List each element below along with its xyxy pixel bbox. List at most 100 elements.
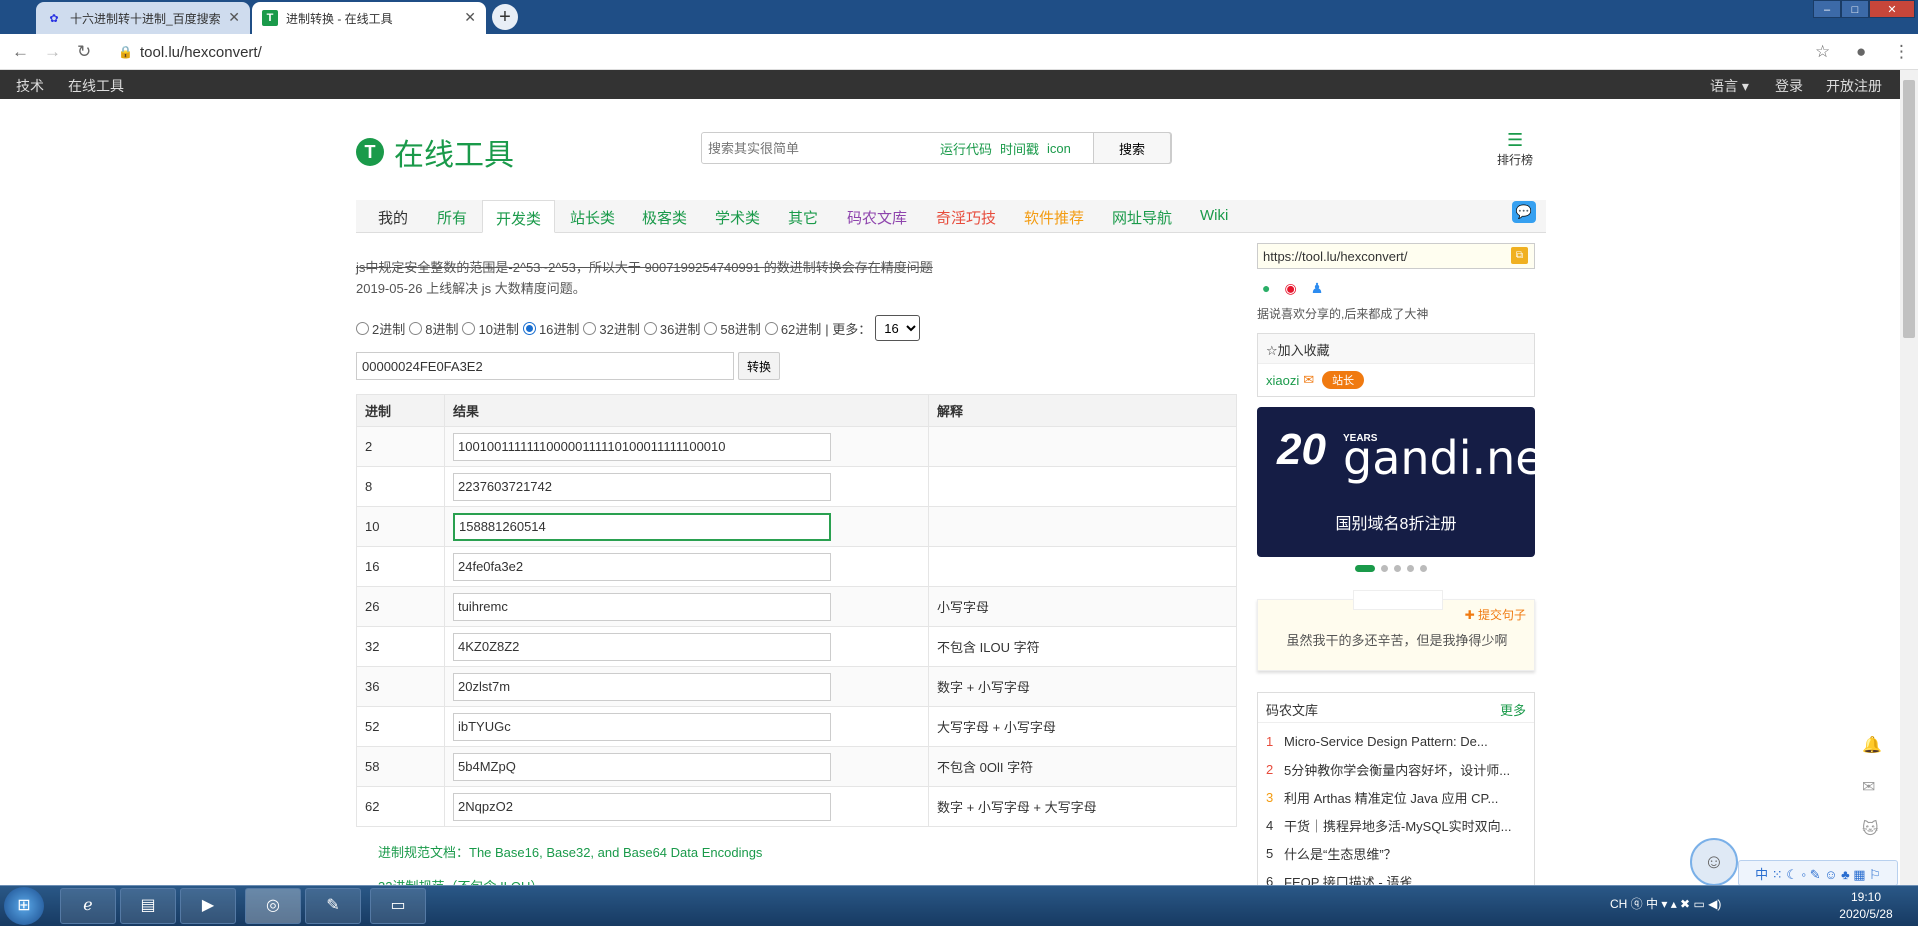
wechat-icon[interactable]: ●	[1262, 280, 1270, 297]
number-input[interactable]	[356, 352, 734, 380]
copy-icon[interactable]: ⧉	[1511, 247, 1528, 264]
notification-bell-icon[interactable]: 🔔	[1862, 735, 1882, 755]
ime-avatar-icon[interactable]: ☺	[1690, 838, 1738, 886]
tab-coder-library[interactable]: 码农文库	[847, 207, 907, 228]
taskbar-clock[interactable]: 19:10 2020/5/28	[1826, 889, 1906, 923]
quick-link-icon[interactable]: icon	[1047, 141, 1071, 156]
carousel-dot[interactable]	[1394, 565, 1401, 572]
carousel-dot[interactable]	[1381, 565, 1388, 572]
login-link[interactable]: 登录	[1775, 76, 1803, 96]
reload-icon[interactable]: ↻	[77, 42, 91, 62]
quick-link-timestamp[interactable]: 时间戳	[1000, 139, 1039, 158]
result-field[interactable]	[453, 592, 831, 621]
new-tab-button[interactable]: +	[492, 4, 518, 30]
author-name[interactable]: xiaozi	[1266, 373, 1299, 388]
back-arrow-icon[interactable]: ←	[12, 42, 29, 62]
submit-quote-link[interactable]: ✚ 提交句子	[1465, 606, 1526, 623]
quick-link-run-code[interactable]: 运行代码	[940, 139, 992, 158]
radio-circle[interactable]	[643, 321, 657, 335]
list-item[interactable]: 1 Micro-Service Design Pattern: De...	[1258, 727, 1534, 755]
radio-base16[interactable]: 16进制	[522, 319, 579, 338]
carousel-dot[interactable]	[1420, 565, 1427, 572]
lock-icon[interactable]: 🔒	[118, 45, 133, 59]
list-item[interactable]: 5 什么是“生态思维”？	[1258, 839, 1534, 867]
radio-base36[interactable]: 36进制	[643, 319, 700, 338]
ime-toolbar[interactable]: 中 ⁙ ☾ ◦ ✎ ☺ ♣ ▦ ⚐	[1738, 860, 1898, 886]
tab-academic[interactable]: 学术类	[715, 207, 760, 228]
add-favorite-button[interactable]: ☆加入收藏	[1258, 334, 1534, 364]
radio-base62[interactable]: 62进制	[764, 319, 821, 338]
result-field-focused[interactable]	[453, 512, 831, 541]
gandi-ad-banner[interactable]: 20 YEARS gandi.net 国别域名8折注册	[1257, 407, 1535, 557]
radio-base2[interactable]: 2进制	[356, 319, 405, 338]
carousel-dot-active[interactable]	[1355, 565, 1375, 572]
chrome-icon[interactable]: ◎	[245, 888, 301, 924]
mail-icon[interactable]: ✉	[1303, 372, 1314, 388]
nav-tech-link[interactable]: 技术	[16, 76, 44, 96]
tab-other[interactable]: 其它	[788, 207, 818, 228]
close-window-button[interactable]: ✕	[1869, 0, 1915, 18]
radio-base58[interactable]: 58进制	[704, 319, 761, 338]
language-menu[interactable]: 语言 ▾	[1710, 76, 1749, 96]
result-field[interactable]	[453, 712, 831, 741]
tab-software[interactable]: 软件推荐	[1024, 207, 1084, 228]
spec-doc-link[interactable]: 进制规范文档：The Base16, Base32, and Base64 Da…	[378, 842, 762, 861]
close-icon[interactable]: ✕	[228, 9, 240, 26]
list-item[interactable]: 4 干货｜携程异地多活-MySQL实时双向...	[1258, 811, 1534, 839]
radio-base8[interactable]: 8进制	[409, 319, 458, 338]
tab-tricks[interactable]: 奇淫巧技	[936, 207, 996, 228]
more-radix-select[interactable]: 16	[875, 315, 921, 341]
radio-base32[interactable]: 32进制	[583, 319, 640, 338]
carousel-dot[interactable]	[1407, 565, 1414, 572]
chat-icon[interactable]: 💬	[1512, 201, 1536, 223]
windows-start-icon[interactable]: ⊞	[4, 887, 44, 925]
site-logo[interactable]: T 在线工具	[356, 130, 514, 174]
tab-wiki[interactable]: Wiki	[1200, 207, 1228, 224]
search-input[interactable]	[702, 134, 932, 162]
tab-hexconvert[interactable]: T 进制转换 - 在线工具 ✕	[252, 2, 486, 34]
share-url-field[interactable]	[1257, 243, 1535, 269]
radio-circle[interactable]	[764, 321, 778, 335]
forward-arrow-icon[interactable]: →	[44, 42, 61, 62]
result-field[interactable]	[453, 792, 831, 821]
browser-menu-icon[interactable]: ⋮	[1893, 42, 1910, 62]
result-field[interactable]	[453, 752, 831, 781]
result-field[interactable]	[453, 552, 831, 581]
ie-icon[interactable]: ℯ	[60, 888, 116, 924]
nav-online-tools-link[interactable]: 在线工具	[68, 76, 124, 96]
scrollbar-thumb[interactable]	[1903, 80, 1915, 338]
rank-link[interactable]: ☰ 排行榜	[1497, 130, 1533, 168]
notepad-icon[interactable]: ▭	[370, 888, 426, 924]
bookmark-star-icon[interactable]: ☆	[1815, 42, 1830, 62]
radio-circle-selected[interactable]	[522, 321, 536, 335]
register-link[interactable]: 开放注册	[1826, 76, 1882, 96]
close-icon[interactable]: ✕	[464, 9, 476, 26]
tab-url-nav[interactable]: 网址导航	[1112, 207, 1172, 228]
tab-dev[interactable]: 开发类	[482, 200, 556, 233]
weibo-float-icon[interactable]: ✉	[1862, 777, 1882, 797]
github-cat-icon[interactable]: 🐱	[1862, 819, 1882, 839]
result-field[interactable]	[453, 632, 831, 661]
list-item[interactable]: 3 利用 Arthas 精准定位 Java 应用 CP...	[1258, 783, 1534, 811]
url-field[interactable]: tool.lu/hexconvert/	[140, 44, 262, 61]
radio-circle[interactable]	[583, 321, 597, 335]
radio-circle[interactable]	[704, 321, 718, 335]
minimize-button[interactable]: –	[1813, 0, 1841, 18]
library-more-link[interactable]: 更多	[1500, 700, 1526, 718]
radio-base10[interactable]: 10进制	[462, 319, 519, 338]
weibo-icon[interactable]: ◉	[1284, 280, 1296, 297]
tab-geek[interactable]: 极客类	[642, 207, 687, 228]
qq-icon[interactable]: ♟	[1311, 280, 1324, 297]
system-tray[interactable]: CH ⓠ 中 ▾ ▴ ✖ ▭ ◀)	[1610, 895, 1721, 912]
convert-button[interactable]: 转换	[738, 352, 780, 380]
result-field[interactable]	[453, 472, 831, 501]
tab-mine[interactable]: 我的	[378, 207, 408, 228]
tab-all[interactable]: 所有	[437, 207, 467, 228]
media-player-icon[interactable]: ▶	[180, 888, 236, 924]
tab-webmaster[interactable]: 站长类	[570, 207, 615, 228]
profile-avatar-icon[interactable]: ●	[1856, 42, 1866, 62]
maximize-button[interactable]: □	[1841, 0, 1869, 18]
radio-circle[interactable]	[409, 321, 423, 335]
result-field[interactable]	[453, 672, 831, 701]
result-field[interactable]	[453, 432, 831, 461]
